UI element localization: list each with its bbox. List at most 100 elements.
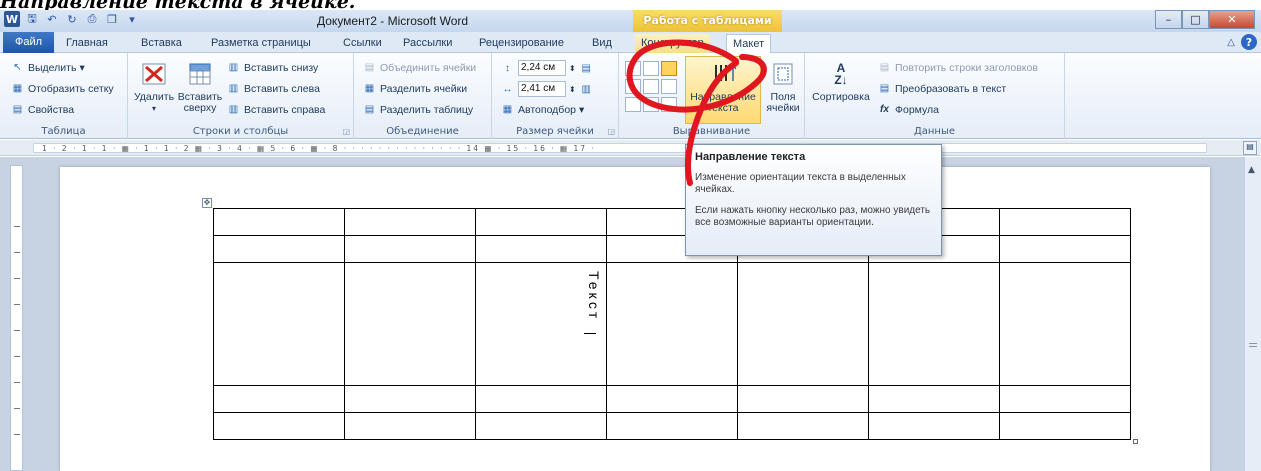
repeat-header-rows-button[interactable]: ▤ Повторить строки заголовков <box>877 61 1038 74</box>
tab-home[interactable]: Главная <box>60 34 114 53</box>
tab-file[interactable]: Файл <box>3 32 55 53</box>
align-top-left-button[interactable] <box>625 61 641 76</box>
table-cell[interactable] <box>213 262 345 386</box>
tab-insert[interactable]: Вставка <box>135 34 188 53</box>
table-resize-handle[interactable] <box>1133 439 1138 444</box>
word-logo-icon[interactable]: W <box>4 11 20 27</box>
tab-mailings[interactable]: Рассылки <box>397 34 458 53</box>
table-cell[interactable] <box>344 208 476 236</box>
save-icon[interactable]: 🖫 <box>24 11 40 27</box>
dialog-launcher-icon[interactable]: ◲ <box>342 127 350 136</box>
split-cells-icon: ▦ <box>364 83 375 94</box>
cell-margins-button[interactable]: Поля ячейки <box>765 59 801 114</box>
align-top-center-button[interactable] <box>643 61 659 76</box>
table-cell[interactable] <box>213 235 345 263</box>
table-cell[interactable] <box>606 412 738 440</box>
autofit-dropdown[interactable]: ▦ Автоподбор ▾ <box>500 103 585 116</box>
table-cell[interactable] <box>868 385 1000 413</box>
table-cell[interactable] <box>213 385 345 413</box>
convert-to-text-icon: ▤ <box>879 83 890 94</box>
insert-left-button[interactable]: ▥ Вставить слева <box>226 82 320 95</box>
customize-qat-icon[interactable]: ▾ <box>124 11 140 27</box>
delete-table-icon <box>139 59 169 89</box>
close-button[interactable]: ✕ <box>1209 10 1255 29</box>
table-cell[interactable] <box>475 208 607 236</box>
split-table-button[interactable]: ▤ Разделить таблицу <box>362 103 473 116</box>
distribute-columns-icon[interactable]: ▥ <box>579 83 594 96</box>
sort-button[interactable]: A Z↓ Сортировка <box>810 59 872 103</box>
split-cells-button[interactable]: ▦ Разделить ячейки <box>362 82 467 95</box>
table-row <box>213 412 1131 440</box>
tab-references[interactable]: Ссылки <box>337 34 388 53</box>
print-preview-icon[interactable]: ❐ <box>104 11 120 27</box>
tab-layout[interactable]: Макет <box>726 34 772 53</box>
view-ruler-icon[interactable]: ▤ <box>1243 141 1257 155</box>
merge-cells-button[interactable]: ▤ Объединить ячейки <box>362 61 476 74</box>
table-cell[interactable] <box>737 385 869 413</box>
vertical-scrollbar[interactable]: ▲ <box>1244 157 1261 471</box>
maximize-button[interactable]: □ <box>1182 10 1209 29</box>
insert-above-button[interactable]: Вставить сверху <box>178 59 222 114</box>
group-cell-size: ↕ 2,24 см ⬍ ▤ ↔ 2,41 см ⬍ ▥ ▦ Автоподбор… <box>492 53 619 139</box>
scroll-thumb[interactable] <box>1249 343 1257 347</box>
table-cell[interactable] <box>344 262 476 386</box>
tooltip-hint: Если нажать кнопку несколько раз, можно … <box>695 205 931 228</box>
document-table[interactable] <box>213 208 1131 440</box>
align-middle-center-button[interactable] <box>643 79 659 94</box>
table-cell[interactable] <box>999 385 1131 413</box>
view-gridlines-button[interactable]: ▦ Отобразить сетку <box>10 82 114 95</box>
table-cell[interactable] <box>344 412 476 440</box>
align-middle-right-button[interactable] <box>661 79 677 94</box>
table-cell[interactable] <box>475 412 607 440</box>
table-cell[interactable] <box>737 412 869 440</box>
formula-button[interactable]: fx Формула <box>877 103 939 116</box>
dialog-launcher-icon[interactable]: ◲ <box>607 127 615 136</box>
scroll-up-icon[interactable]: ▲ <box>1248 165 1255 175</box>
align-middle-left-button[interactable] <box>625 79 641 94</box>
table-cell[interactable] <box>213 412 345 440</box>
distribute-rows-icon[interactable]: ▤ <box>579 62 594 75</box>
table-cell[interactable] <box>999 208 1131 236</box>
table-cell[interactable] <box>999 235 1131 263</box>
convert-to-text-button[interactable]: ▤ Преобразовать в текст <box>877 82 1006 95</box>
minimize-ribbon-icon[interactable]: △ <box>1227 37 1235 48</box>
table-cell[interactable] <box>606 385 738 413</box>
table-cell[interactable] <box>606 262 738 386</box>
tab-design[interactable]: Конструктор <box>635 34 710 53</box>
select-dropdown[interactable]: ↖ Выделить ▾ <box>10 61 84 74</box>
redo-icon[interactable]: ↻ <box>64 11 80 27</box>
table-cell[interactable] <box>999 412 1131 440</box>
column-width-field[interactable]: ↔ 2,41 см ⬍ ▥ <box>500 81 594 97</box>
insert-right-button[interactable]: ▥ Вставить справа <box>226 103 326 116</box>
table-cell[interactable] <box>737 262 869 386</box>
align-bottom-right-button[interactable] <box>661 97 677 112</box>
help-icon[interactable]: ? <box>1241 34 1257 50</box>
undo-icon[interactable]: ↶ <box>44 11 60 27</box>
text-direction-button[interactable]: Направление текста <box>685 56 761 124</box>
minimize-button[interactable]: – <box>1155 10 1182 29</box>
insert-below-button[interactable]: ▥ Вставить снизу <box>226 61 319 74</box>
table-row <box>213 262 1131 386</box>
print-icon[interactable]: ⎙ <box>84 11 100 27</box>
table-cell[interactable] <box>868 262 1000 386</box>
horizontal-ruler[interactable]: 1 · 2 · 1 · 1 · ▦ · 1 · 1 · 2 ▦ · 3 · 4 … <box>0 140 1261 156</box>
align-top-right-button[interactable] <box>661 61 677 76</box>
grid-icon: ▦ <box>12 83 23 94</box>
row-height-field[interactable]: ↕ 2,24 см ⬍ ▤ <box>500 60 594 76</box>
table-cell[interactable] <box>344 385 476 413</box>
delete-button[interactable]: Удалить ▾ <box>134 59 174 114</box>
align-bottom-left-button[interactable] <box>625 97 641 112</box>
tab-page-layout[interactable]: Разметка страницы <box>205 34 317 53</box>
table-cell[interactable] <box>344 235 476 263</box>
vertical-ruler[interactable] <box>10 165 23 471</box>
table-cell[interactable] <box>868 412 1000 440</box>
table-cell[interactable] <box>999 262 1131 386</box>
table-cell[interactable] <box>213 208 345 236</box>
tab-review[interactable]: Рецензирование <box>473 34 570 53</box>
table-cell[interactable] <box>475 385 607 413</box>
properties-button[interactable]: ▤ Свойства <box>10 103 74 116</box>
tab-view[interactable]: Вид <box>586 34 618 53</box>
table-cell[interactable] <box>475 235 607 263</box>
table-move-handle-icon[interactable]: ✥ <box>202 198 212 208</box>
align-bottom-center-button[interactable] <box>643 97 659 112</box>
